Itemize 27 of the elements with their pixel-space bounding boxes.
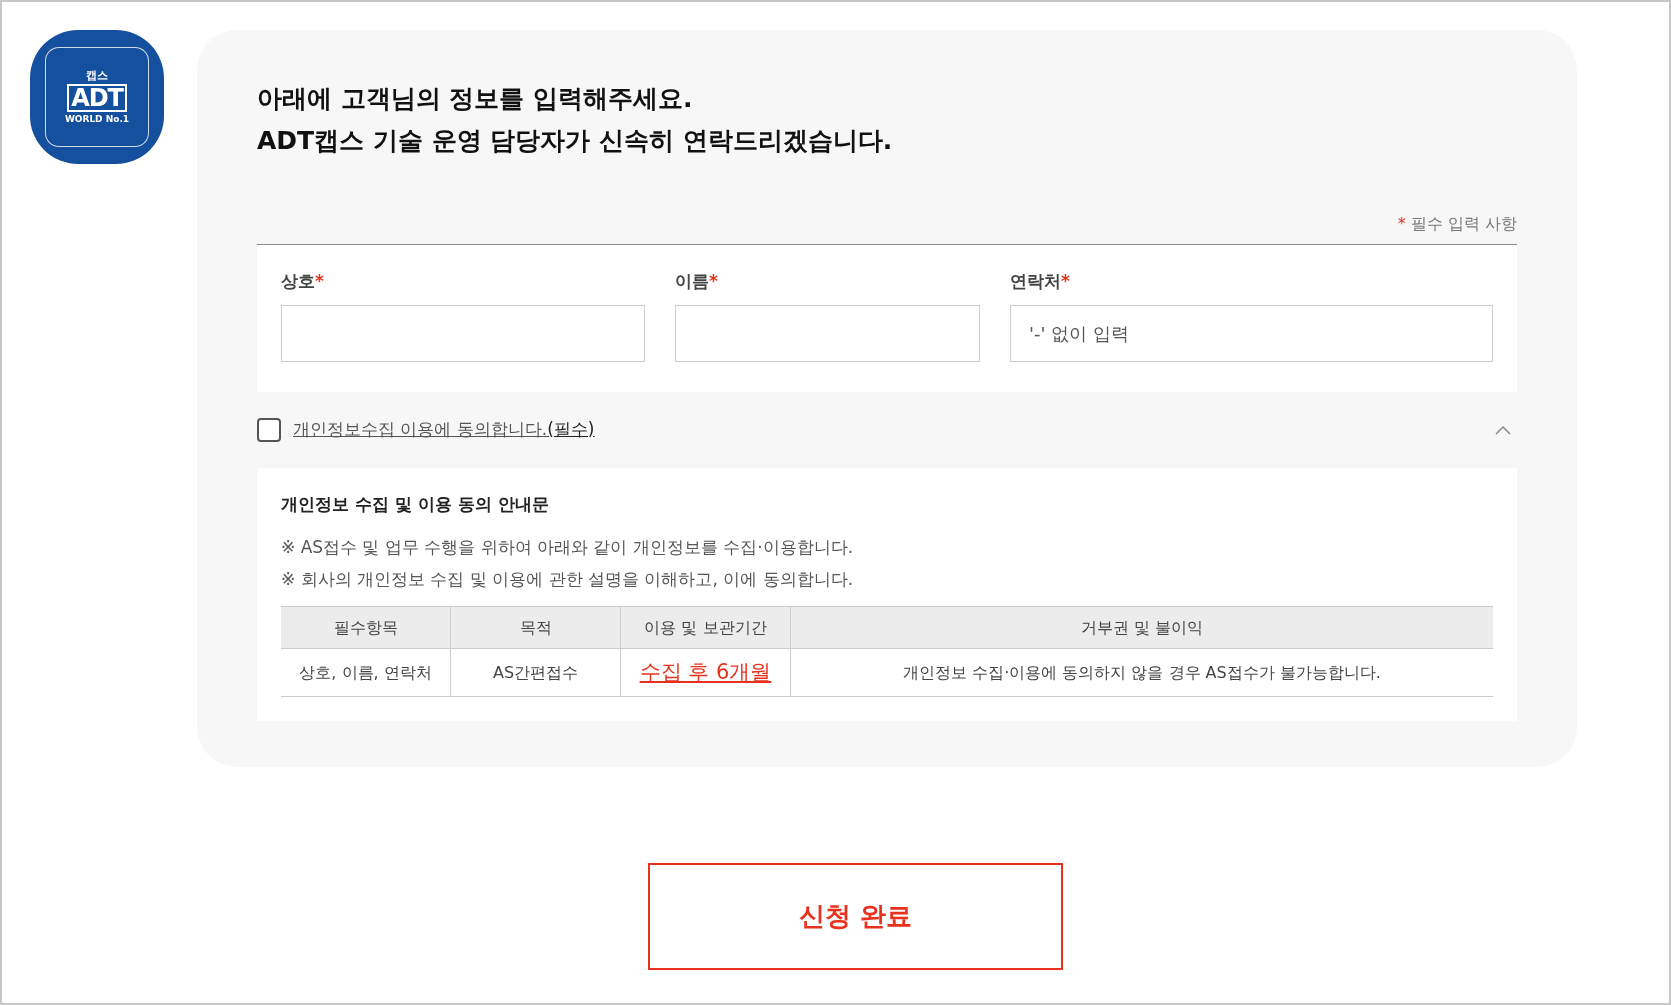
- input-field[interactable]: [281, 304, 645, 362]
- column-header: 거부권 및 불이익: [1079, 616, 1205, 639]
- table-cell: 상호, 이름, 연락처: [281, 649, 451, 696]
- column-header: 필수항목: [281, 607, 451, 648]
- input-field[interactable]: '-' 없이 입력: [1010, 304, 1493, 362]
- field-label: 상호*: [281, 270, 325, 293]
- checkbox[interactable]: [257, 417, 281, 442]
- notice-text: ※ AS접수 및 업무 수행을 위하여 아래와 같이 개인정보를 수집·이용합니다.: [281, 536, 855, 559]
- notice-text: ※ 회사의 개인정보 수집 및 이용에 관한 설명을 이해하고, 이에 동의합니다.: [281, 567, 855, 591]
- logo-tagline: WORLD No.1: [64, 115, 130, 124]
- field-label: 이름*: [675, 270, 719, 293]
- consent-required: (필수): [547, 417, 595, 441]
- heading: 아래에 고객님의 정보를 입력해주세요. ADT캡스 기술 운영 담당자가 신속히 연락드리겠습니다.: [257, 83, 894, 157]
- field-label: 연락처*: [1010, 270, 1071, 293]
- required-note: * 필수 입력 사항: [1397, 213, 1517, 235]
- logo-wordmark: ADT: [67, 84, 127, 112]
- logo-text: 캡스: [86, 70, 108, 81]
- column-header: 목적: [451, 607, 621, 648]
- input-field[interactable]: [675, 304, 980, 362]
- notice-title: 개인정보 수집 및 이용 동의 안내문: [281, 492, 550, 516]
- table-cell: AS간편접수: [451, 649, 621, 696]
- consent-link[interactable]: 개인정보수집 이용에 동의합니다.: [293, 416, 548, 443]
- chevron-up-icon[interactable]: [1495, 424, 1511, 435]
- submit-button[interactable]: 신청 완료: [648, 863, 1063, 970]
- table-cell: 수집 후 6개월: [621, 649, 791, 696]
- table-cell-text: 개인정보 수집·이용에 동의하지 않을 경우 AS접수가 불가능합니다.: [902, 661, 1382, 684]
- column-header: 이용 및 보관기간: [621, 607, 791, 648]
